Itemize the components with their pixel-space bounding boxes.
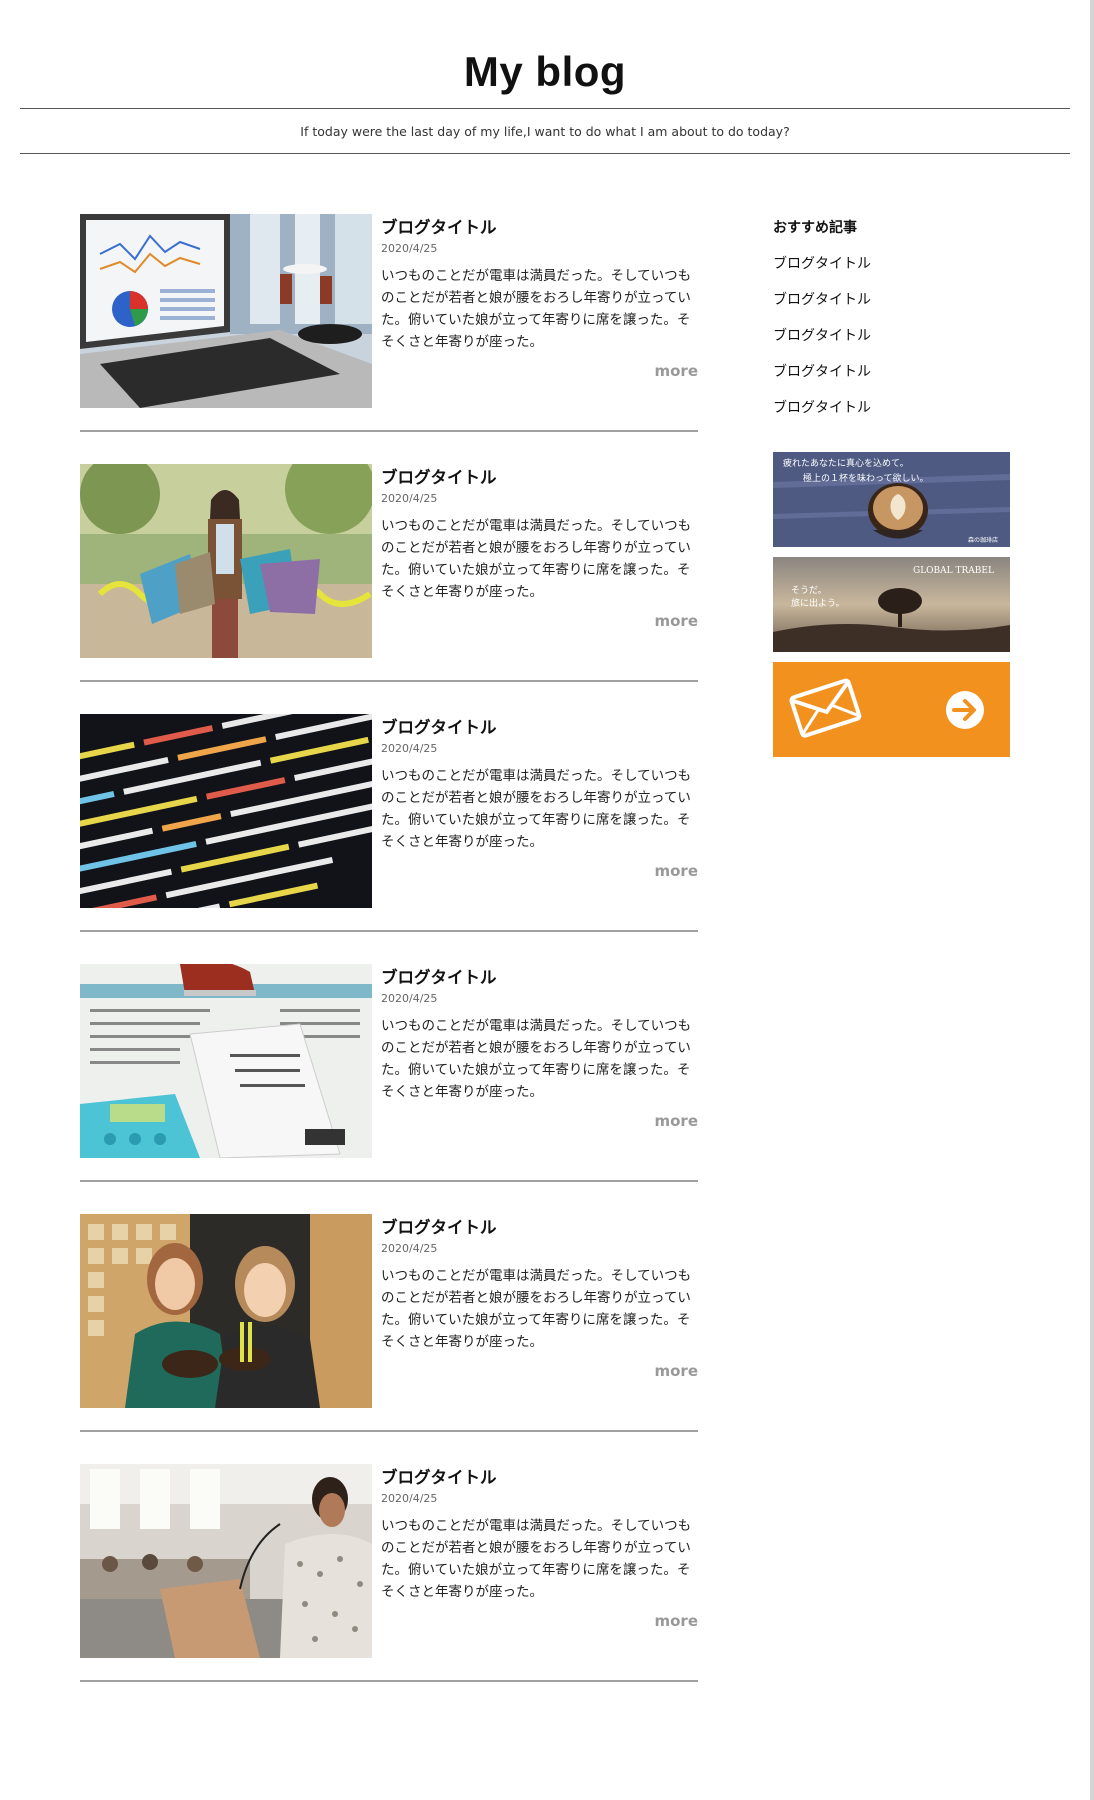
- post-excerpt: いつものことだが電車は満員だった。そしていつものことだが若者と娘が腰をおろし年寄…: [381, 518, 692, 600]
- recommended-heading: おすすめ記事: [773, 220, 857, 236]
- post-thumbnail-code[interactable]: [80, 714, 372, 908]
- post-title[interactable]: ブログタイトル: [381, 964, 698, 989]
- site-title[interactable]: My blog: [20, 0, 1070, 98]
- post-body: ブログタイトル 2020/4/25 いつものことだが電車は満員だった。そしていつ…: [381, 964, 698, 1158]
- coffee-banner[interactable]: 疲れたあなたに真心を込めて。 極上の１杯を味わって欲しい。 森の珈琲店: [773, 452, 1010, 547]
- sidebar: おすすめ記事 ブログタイトル ブログタイトル ブログタイトル ブログタイトル ブ…: [773, 214, 1010, 767]
- more-link[interactable]: more: [654, 862, 698, 880]
- post-date: 2020/4/25: [381, 492, 438, 505]
- source-code-photo: [80, 714, 372, 908]
- post-divider: [80, 1680, 698, 1682]
- travel-banner[interactable]: GLOBAL TRABEL そうだ。 旅に出よう。: [773, 557, 1010, 652]
- post-excerpt: いつものことだが電車は満員だった。そしていつものことだが若者と娘が腰をおろし年寄…: [381, 1518, 692, 1600]
- post-thumbnail-shopping[interactable]: [80, 464, 372, 658]
- post-date: 2020/4/25: [381, 742, 438, 755]
- travel-banner-line1: そうだ。: [791, 585, 827, 596]
- post-thumbnail-noodles[interactable]: [80, 1214, 372, 1408]
- post-excerpt: いつものことだが電車は満員だった。そしていつものことだが若者と娘が腰をおろし年寄…: [381, 768, 692, 850]
- post-title[interactable]: ブログタイトル: [381, 714, 698, 739]
- post-body: ブログタイトル 2020/4/25 いつものことだが電車は満員だった。そしていつ…: [381, 214, 698, 408]
- recommended-item[interactable]: ブログタイトル: [773, 290, 1010, 310]
- post-card: ブログタイトル 2020/4/25 いつものことだが電車は満員だった。そしていつ…: [80, 1464, 698, 1682]
- post-divider: [80, 680, 698, 682]
- travel-banner-image: GLOBAL TRABEL そうだ。 旅に出よう。: [773, 557, 1010, 652]
- post-body: ブログタイトル 2020/4/25 いつものことだが電車は満員だった。そしていつ…: [381, 464, 698, 658]
- post-card: ブログタイトル 2020/4/25 いつものことだが電車は満員だった。そしていつ…: [80, 964, 698, 1182]
- post-divider: [80, 930, 698, 932]
- post-thumbnail-laptop[interactable]: [80, 214, 372, 408]
- travel-banner-title: GLOBAL TRABEL: [913, 566, 994, 576]
- coffee-banner-credit: 森の珈琲店: [968, 536, 998, 544]
- more-link[interactable]: more: [654, 612, 698, 630]
- post-card: ブログタイトル 2020/4/25 いつものことだが電車は満員だった。そしていつ…: [80, 714, 698, 932]
- post-card: ブログタイトル 2020/4/25 いつものことだが電車は満員だった。そしていつ…: [80, 464, 698, 682]
- site-tagline: If today were the last day of my life,I …: [300, 124, 790, 139]
- post-title[interactable]: ブログタイトル: [381, 464, 698, 489]
- post-thumbnail-presenter[interactable]: [80, 1464, 372, 1658]
- more-link[interactable]: more: [654, 1362, 698, 1380]
- post-title[interactable]: ブログタイトル: [381, 1214, 698, 1239]
- recommended-item[interactable]: ブログタイトル: [773, 398, 1010, 418]
- post-card: ブログタイトル 2020/4/25 いつものことだが電車は満員だった。そしていつ…: [80, 1214, 698, 1432]
- site-header: My blog If today were the last day of my…: [20, 0, 1070, 154]
- coffee-banner-image: 疲れたあなたに真心を込めて。 極上の１杯を味わって欲しい。 森の珈琲店: [773, 452, 1010, 547]
- post-body: ブログタイトル 2020/4/25 いつものことだが電車は満員だった。そしていつ…: [381, 1214, 698, 1408]
- household-budget-photo: [80, 964, 372, 1158]
- contact-banner-image: [773, 662, 1010, 757]
- travel-banner-line2: 旅に出よう。: [791, 597, 844, 609]
- laptop-office-photo: [80, 214, 372, 408]
- recommended-list: ブログタイトル ブログタイトル ブログタイトル ブログタイトル ブログタイトル: [773, 254, 1010, 418]
- post-date: 2020/4/25: [381, 242, 438, 255]
- post-divider: [80, 1180, 698, 1182]
- woman-presenting-photo: [80, 1464, 372, 1658]
- post-body: ブログタイトル 2020/4/25 いつものことだが電車は満員だった。そしていつ…: [381, 1464, 698, 1658]
- more-link[interactable]: more: [654, 362, 698, 380]
- post-date: 2020/4/25: [381, 992, 438, 1005]
- more-link[interactable]: more: [654, 1112, 698, 1130]
- contact-banner[interactable]: [773, 662, 1010, 757]
- post-divider: [80, 430, 698, 432]
- post-divider: [80, 1430, 698, 1432]
- recommended-item[interactable]: ブログタイトル: [773, 326, 1010, 346]
- post-list: ブログタイトル 2020/4/25 いつものことだが電車は満員だった。そしていつ…: [80, 214, 698, 1682]
- arrow-right-circle-icon: [946, 691, 984, 729]
- post-title[interactable]: ブログタイトル: [381, 1464, 698, 1489]
- post-thumbnail-budget[interactable]: [80, 964, 372, 1158]
- coffee-banner-line1: 疲れたあなたに真心を込めて。: [783, 457, 909, 469]
- post-excerpt: いつものことだが電車は満員だった。そしていつものことだが若者と娘が腰をおろし年寄…: [381, 1268, 692, 1350]
- recommended-item[interactable]: ブログタイトル: [773, 254, 1010, 274]
- page-scroll-edge: [1090, 0, 1094, 1800]
- post-title[interactable]: ブログタイトル: [381, 214, 698, 239]
- more-link[interactable]: more: [654, 1612, 698, 1630]
- post-card: ブログタイトル 2020/4/25 いつものことだが電車は満員だった。そしていつ…: [80, 214, 698, 432]
- women-eating-noodles-photo: [80, 1214, 372, 1408]
- recommended-item[interactable]: ブログタイトル: [773, 362, 1010, 382]
- shopping-woman-photo: [80, 464, 372, 658]
- post-body: ブログタイトル 2020/4/25 いつものことだが電車は満員だった。そしていつ…: [381, 714, 698, 908]
- post-excerpt: いつものことだが電車は満員だった。そしていつものことだが若者と娘が腰をおろし年寄…: [381, 268, 692, 350]
- coffee-banner-line2: 極上の１杯を味わって欲しい。: [803, 472, 929, 484]
- post-excerpt: いつものことだが電車は満員だった。そしていつものことだが若者と娘が腰をおろし年寄…: [381, 1018, 692, 1100]
- post-date: 2020/4/25: [381, 1242, 438, 1255]
- header-divider-bottom: [20, 153, 1070, 154]
- post-date: 2020/4/25: [381, 1492, 438, 1505]
